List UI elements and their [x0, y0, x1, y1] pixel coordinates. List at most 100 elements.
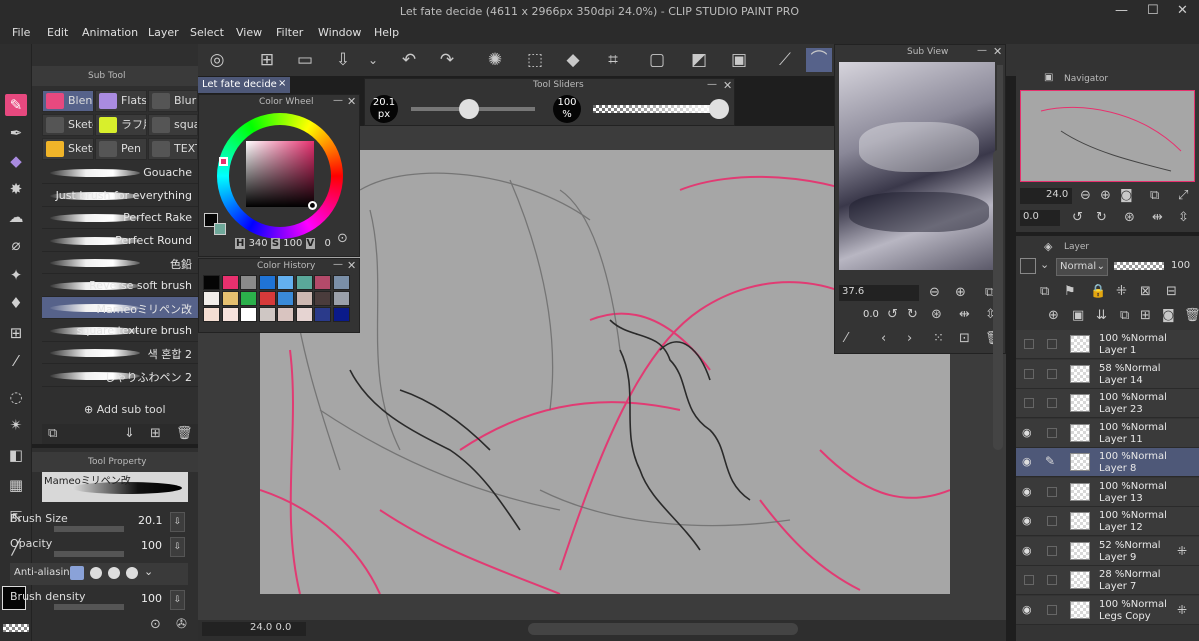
reference-image[interactable]: [839, 62, 995, 270]
brush-size-row[interactable]: Brush Size 20.1 ⇩: [10, 512, 190, 534]
layer-row[interactable]: ◉ ✎ 100 %Normal Layer 8: [1016, 448, 1199, 477]
layer-row[interactable]: 28 %Normal Layer 7: [1016, 566, 1199, 595]
color-history-swatch[interactable]: [314, 307, 331, 322]
lock-transparent-icon[interactable]: ⁜: [1116, 284, 1127, 299]
menu-file[interactable]: File: [12, 26, 30, 39]
layer-row[interactable]: ◉ 52 %Normal Layer 9 ⁜: [1016, 536, 1199, 566]
layer-row[interactable]: ◉ 100 %Normal Layer 11: [1016, 418, 1199, 448]
brush-item[interactable]: Just brush for everything: [42, 185, 198, 207]
lock-icon[interactable]: 🔒: [1090, 284, 1106, 299]
layer-row[interactable]: ◉ 100 %Normal Legs Copy ⁜: [1016, 595, 1199, 625]
invert-selection-icon[interactable]: ◩: [686, 48, 712, 72]
close-icon[interactable]: ✕: [993, 45, 1002, 58]
color-history-swatch[interactable]: [277, 291, 294, 306]
clear-icon[interactable]: ⬚: [522, 48, 548, 72]
opacity-row[interactable]: Opacity 100 ⇩: [10, 537, 190, 559]
color-history-swatch[interactable]: [258, 275, 276, 290]
color-history-swatch[interactable]: [314, 275, 331, 290]
fullscreen-icon[interactable]: ⤢: [1178, 188, 1188, 203]
brush-item[interactable]: Perfect Round: [42, 230, 198, 252]
show-selection-icon[interactable]: ▣: [726, 48, 752, 72]
save-icon[interactable]: ⇩: [330, 48, 356, 72]
minimize-icon[interactable]: —: [707, 79, 717, 90]
aa-strong-icon[interactable]: [126, 567, 138, 579]
open-file-icon[interactable]: ▭: [292, 48, 318, 72]
clip-icon[interactable]: ⧉: [1040, 284, 1049, 299]
color-history-swatch[interactable]: [240, 275, 257, 290]
maximize-icon[interactable]: ☐: [1147, 3, 1159, 18]
new-folder-icon[interactable]: ▣: [1072, 308, 1084, 323]
zoom-out-icon[interactable]: ⊖: [929, 285, 940, 300]
minimize-icon[interactable]: —: [333, 259, 343, 270]
subtool-tab-flats[interactable]: Flats: [95, 90, 147, 112]
visibility-toggle[interactable]: [1024, 368, 1034, 379]
color-history-swatch[interactable]: [258, 291, 276, 306]
brush-item[interactable]: Reverse soft brush: [42, 275, 198, 297]
zoom-in-icon[interactable]: ⊕: [1100, 188, 1111, 203]
zoom-in-icon[interactable]: ⊕: [955, 285, 966, 300]
document-tab[interactable]: Let fate decide ×: [198, 77, 290, 93]
layer-row[interactable]: ◉ 100 %Normal Layer 12: [1016, 507, 1199, 536]
airbrush-tool-icon[interactable]: ⌀: [5, 234, 27, 256]
menu-view[interactable]: View: [236, 26, 262, 39]
lock-toggle[interactable]: [1047, 516, 1057, 526]
ruler-icon[interactable]: ⊟: [1166, 284, 1177, 299]
opacity-slider-track[interactable]: [593, 105, 719, 113]
saturation-value-square[interactable]: [246, 141, 314, 207]
redo-icon[interactable]: ↷: [434, 48, 460, 72]
color-mode-icon[interactable]: ⊙: [337, 231, 348, 246]
menu-filter[interactable]: Filter: [276, 26, 303, 39]
subtool-tab-text[interactable]: TEXT: [148, 138, 198, 160]
fit-icon[interactable]: ⧉: [1150, 188, 1159, 203]
eye-icon[interactable]: ◉: [1022, 603, 1032, 616]
pen-tool-icon[interactable]: ✒: [5, 122, 27, 144]
lasso-icon[interactable]: ◌: [5, 386, 27, 408]
color-history-swatch[interactable]: [240, 291, 257, 306]
rotate-left-icon[interactable]: ↺: [1072, 210, 1083, 225]
color-history-swatch[interactable]: [332, 275, 350, 290]
layer-opacity-slider[interactable]: [1114, 262, 1164, 270]
clip-studio-icon[interactable]: ◎: [204, 48, 230, 72]
color-history-swatch[interactable]: [203, 291, 220, 306]
duplicate-icon[interactable]: ⊞: [1140, 308, 1151, 323]
layer-color-swatch[interactable]: [1020, 258, 1036, 274]
previous-icon[interactable]: ‹: [881, 331, 886, 346]
rotate-right-icon[interactable]: ↻: [1096, 210, 1107, 225]
brush-density-spinner[interactable]: ⇩: [170, 590, 185, 610]
color-history-swatch[interactable]: [240, 307, 257, 322]
water-tool-icon[interactable]: ♦: [5, 292, 27, 314]
wrench-icon[interactable]: ✇: [176, 617, 187, 632]
settings-icon[interactable]: ⊙: [150, 617, 161, 632]
lock-toggle[interactable]: [1047, 486, 1057, 497]
color-history-swatch[interactable]: [332, 307, 350, 322]
size-slider-knob[interactable]: [459, 99, 480, 119]
close-icon[interactable]: ×: [278, 78, 286, 89]
visibility-toggle[interactable]: [1024, 575, 1034, 585]
chevron-down-icon[interactable]: ⌄: [144, 565, 153, 578]
trash-icon[interactable]: 🗑: [176, 426, 193, 441]
add-sub-tool-button[interactable]: ⊕ Add sub tool: [84, 403, 166, 416]
layer-row[interactable]: ◉ 100 %Normal Layer 13: [1016, 477, 1199, 507]
brush-tool-icon[interactable]: ✎: [5, 94, 27, 116]
decoration-tool-icon[interactable]: ✸: [5, 178, 27, 200]
lock-toggle[interactable]: [1047, 545, 1057, 556]
aa-none-icon[interactable]: [70, 566, 84, 580]
flip-vertical-icon[interactable]: ⇳: [1178, 210, 1189, 225]
sub-color-swatch[interactable]: [214, 223, 226, 235]
merge-icon[interactable]: ⧉: [1120, 308, 1129, 323]
lock-toggle[interactable]: [1047, 398, 1057, 408]
color-history-swatch[interactable]: [203, 275, 220, 290]
eye-icon[interactable]: ◉: [1022, 514, 1032, 527]
menu-layer[interactable]: Layer: [148, 26, 179, 39]
menu-help[interactable]: Help: [374, 26, 399, 39]
flip-horizontal-icon[interactable]: ⇹: [959, 307, 970, 322]
brush-item[interactable]: Gouache: [42, 162, 198, 184]
blend-tool-icon[interactable]: ☁: [5, 206, 27, 228]
navigator-angle[interactable]: 0.0: [1020, 210, 1060, 226]
menu-animation[interactable]: Animation: [82, 26, 138, 39]
opacity-spinner[interactable]: ⇩: [170, 537, 185, 557]
fill-icon[interactable]: ◆: [560, 48, 586, 72]
eyedropper-icon[interactable]: ⁄: [845, 331, 847, 346]
fill-bucket-icon[interactable]: ◧: [5, 444, 27, 466]
subtool-tab-rough[interactable]: ラフ用: [95, 114, 147, 136]
